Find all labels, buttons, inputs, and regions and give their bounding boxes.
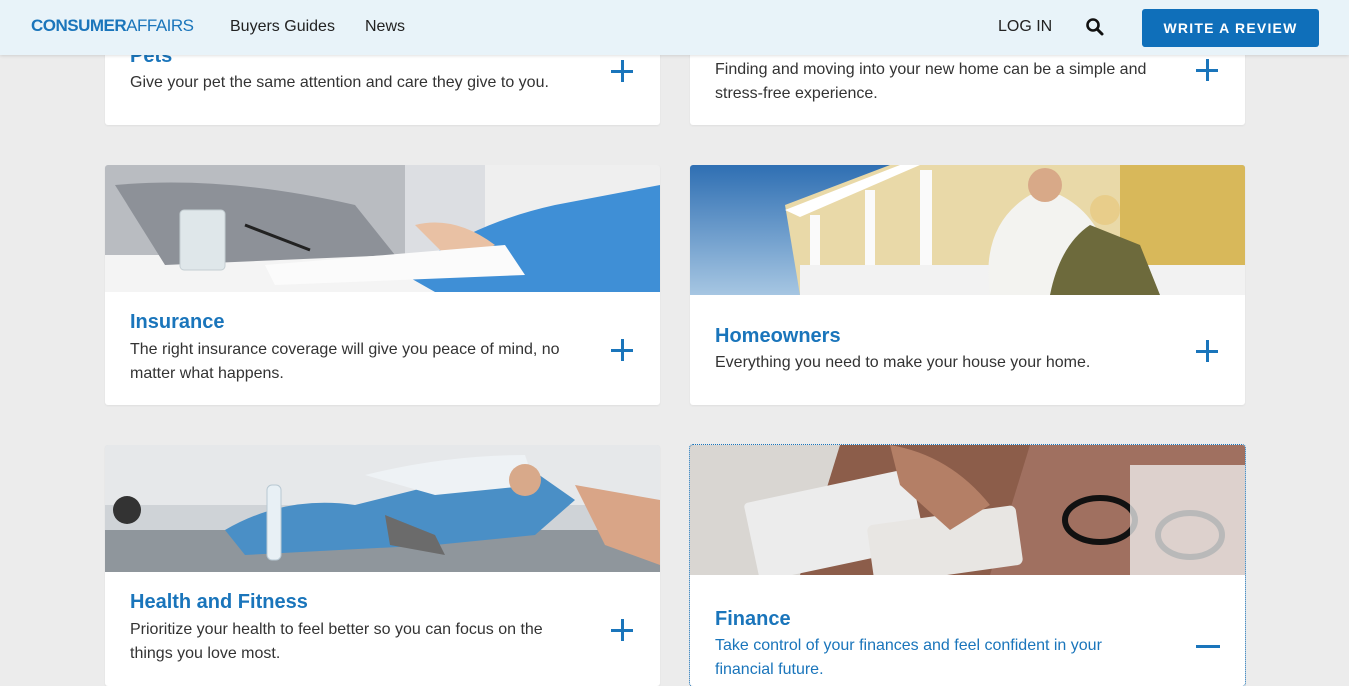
card-description: Everything you need to make your house y…: [715, 354, 1091, 371]
card-title: Insurance: [130, 311, 225, 333]
insurance-photo: [105, 165, 660, 292]
expand-plus-icon[interactable]: [1196, 340, 1218, 362]
category-card-homeowners[interactable]: Homeowners Everything you need to make y…: [690, 165, 1245, 405]
health-fitness-photo: [105, 445, 660, 572]
consumer-affairs-logo[interactable]: CONSUMERAFFAIRS: [31, 16, 194, 36]
nav-link-news[interactable]: News: [365, 18, 405, 36]
card-description: The right insurance coverage will give y…: [130, 341, 560, 382]
card-description: Give your pet the same attention and car…: [130, 74, 549, 91]
card-description: Prioritize your health to feel better so…: [130, 621, 543, 662]
logo-bold-text: CONSUMER: [31, 16, 127, 35]
category-card-finance[interactable]: Finance Take control of your finances an…: [689, 444, 1246, 686]
expand-plus-icon[interactable]: [611, 339, 633, 361]
search-icon[interactable]: [1085, 17, 1105, 37]
expand-plus-icon[interactable]: [611, 619, 633, 641]
top-nav: CONSUMERAFFAIRS Buyers Guides News LOG I…: [0, 0, 1349, 55]
nav-link-buyers-guides[interactable]: Buyers Guides: [230, 18, 335, 36]
finance-photo: [690, 445, 1245, 575]
login-link[interactable]: LOG IN: [998, 18, 1052, 36]
homeowners-photo: [690, 165, 1245, 295]
expand-plus-icon[interactable]: [611, 60, 633, 82]
card-title: Health and Fitness: [130, 591, 308, 613]
card-title: Homeowners: [715, 325, 841, 347]
category-card-health-fitness[interactable]: Health and Fitness Prioritize your healt…: [105, 445, 660, 686]
write-review-button[interactable]: WRITE A REVIEW: [1142, 9, 1319, 47]
card-title: Finance: [715, 608, 791, 630]
collapse-minus-icon[interactable]: [1196, 635, 1220, 657]
category-card-insurance[interactable]: Insurance The right insurance coverage w…: [105, 165, 660, 405]
expand-plus-icon[interactable]: [1196, 59, 1218, 81]
logo-light-text: AFFAIRS: [126, 16, 194, 35]
card-description: Take control of your finances and feel c…: [715, 637, 1102, 678]
card-description: Finding and moving into your new home ca…: [715, 61, 1147, 102]
